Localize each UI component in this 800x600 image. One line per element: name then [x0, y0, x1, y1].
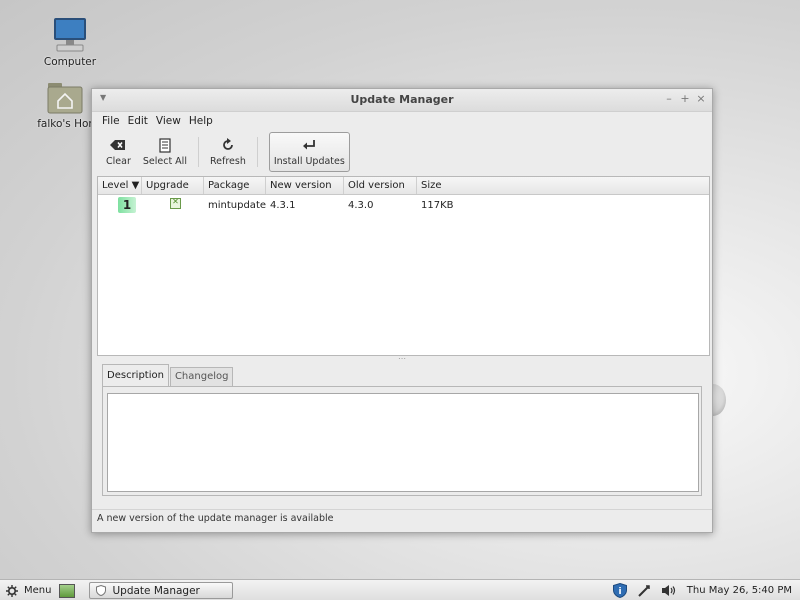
table-header: Level ▼ Upgrade Package New version Old … — [98, 177, 709, 195]
table-row[interactable]: 1 mintupdate 4.3.1 4.3.0 117KB — [98, 195, 709, 215]
network-icon[interactable] — [637, 584, 651, 598]
update-info-shield-icon[interactable]: i — [612, 583, 627, 598]
refresh-icon — [221, 137, 235, 153]
taskbar: Menu Update Manager i Thu May 26, 5:40 P… — [0, 579, 800, 600]
refresh-label: Refresh — [209, 156, 246, 167]
enter-arrow-icon — [302, 137, 316, 153]
status-bar: A new version of the update manager is a… — [92, 509, 712, 530]
toolbar: Clear Select All Refresh Install Updates — [92, 131, 712, 173]
column-header-upgrade[interactable]: Upgrade — [142, 177, 204, 194]
column-header-old-version[interactable]: Old version — [344, 177, 417, 194]
tab-description[interactable]: Description — [102, 364, 169, 386]
toolbar-separator — [197, 137, 199, 167]
menu-edit[interactable]: Edit — [128, 115, 148, 127]
svg-text:i: i — [618, 587, 621, 597]
clear-button[interactable]: Clear — [100, 131, 137, 173]
menu-view[interactable]: View — [156, 115, 181, 127]
menubar: File Edit View Help — [92, 112, 712, 130]
close-icon[interactable]: × — [696, 92, 706, 106]
tab-changelog[interactable]: Changelog — [169, 367, 234, 386]
level-badge: 1 — [118, 197, 136, 213]
select-all-button[interactable]: Select All — [137, 131, 193, 173]
tab-strip: Description Changelog — [102, 364, 702, 386]
gear-icon — [6, 584, 18, 597]
shield-icon — [96, 585, 107, 596]
column-header-label: Level — [102, 180, 129, 191]
menu-file[interactable]: File — [102, 115, 120, 127]
update-manager-window: ▼ Update Manager – + × File Edit View He… — [91, 88, 713, 533]
updates-table: Level ▼ Upgrade Package New version Old … — [97, 176, 710, 356]
window-titlebar[interactable]: ▼ Update Manager – + × — [92, 89, 712, 112]
desktop-icon-home[interactable]: falko's Hor — [30, 80, 100, 130]
desktop-icon-label: Computer — [43, 56, 97, 68]
old-version-cell: 4.3.0 — [348, 199, 374, 211]
size-cell: 117KB — [421, 199, 454, 211]
upgrade-checkbox[interactable] — [170, 197, 181, 209]
minimize-icon[interactable]: – — [664, 92, 674, 106]
desktop-icon-label: falko's Hor — [37, 118, 93, 130]
install-updates-button[interactable]: Install Updates — [268, 132, 350, 172]
package-name: mintupdate — [208, 199, 267, 211]
pane-splitter-handle[interactable]: ⋯ — [92, 355, 712, 363]
taskbar-item-label: Update Manager — [112, 584, 200, 597]
computer-icon — [54, 18, 86, 52]
sort-descending-icon: ▼ — [131, 180, 140, 191]
system-tray: i Thu May 26, 5:40 PM — [612, 580, 792, 600]
description-panel — [102, 386, 702, 496]
desktop-icon-computer[interactable]: Computer — [35, 16, 105, 68]
column-header-new-version[interactable]: New version — [266, 177, 344, 194]
description-text-area[interactable] — [107, 393, 699, 492]
clear-icon — [110, 137, 126, 153]
column-header-package[interactable]: Package — [204, 177, 266, 194]
column-header-size[interactable]: Size — [417, 177, 709, 194]
clock[interactable]: Thu May 26, 5:40 PM — [687, 585, 792, 596]
column-header-level[interactable]: Level ▼ — [98, 177, 142, 194]
start-menu-label: Menu — [24, 585, 52, 596]
taskbar-item-update-manager[interactable]: Update Manager — [89, 582, 234, 599]
home-folder-icon — [47, 83, 83, 114]
menu-help[interactable]: Help — [189, 115, 213, 127]
select-all-label: Select All — [142, 156, 187, 167]
maximize-icon[interactable]: + — [680, 92, 690, 106]
volume-icon[interactable] — [661, 584, 677, 597]
start-menu-button[interactable]: Menu — [0, 580, 51, 600]
show-desktop-icon[interactable] — [59, 583, 76, 598]
select-all-icon — [159, 137, 171, 153]
details-notebook: Description Changelog — [102, 364, 702, 496]
install-updates-label: Install Updates — [273, 156, 345, 167]
toolbar-separator — [256, 137, 258, 167]
refresh-button[interactable]: Refresh — [204, 131, 252, 173]
window-title: Update Manager — [350, 93, 454, 106]
clear-label: Clear — [106, 156, 131, 167]
new-version-cell: 4.3.1 — [270, 199, 296, 211]
